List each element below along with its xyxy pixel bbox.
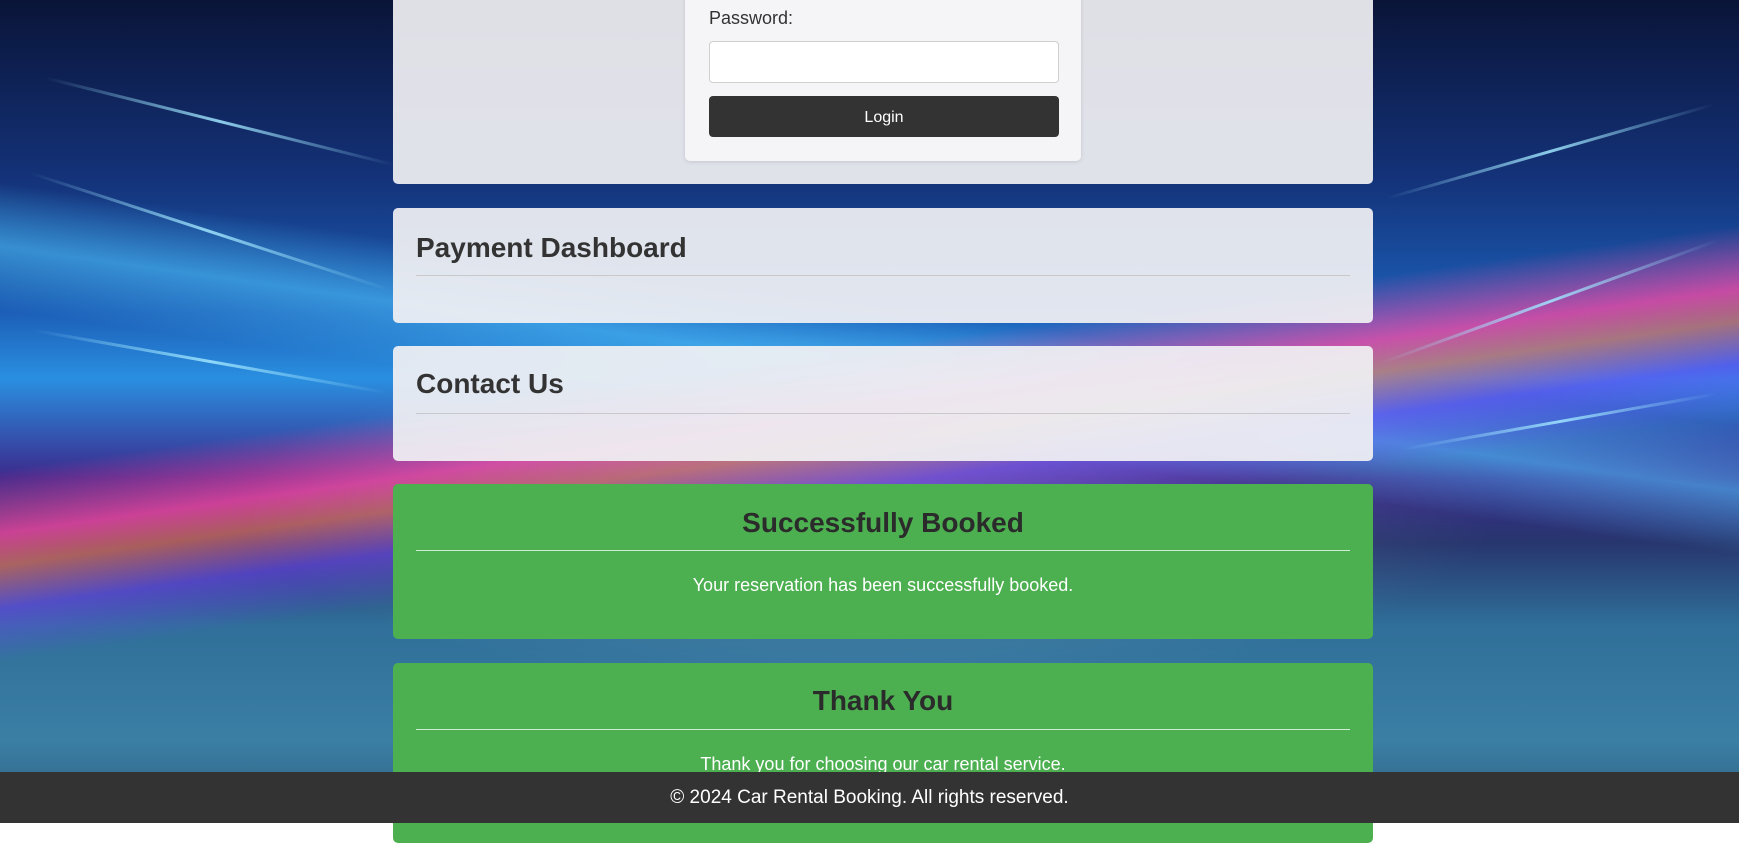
payment-dashboard-title: Payment Dashboard	[416, 232, 687, 263]
password-label: Password:	[709, 8, 794, 28]
divider	[416, 275, 1350, 276]
booking-success-title: Successfully Booked	[742, 507, 1024, 538]
divider	[416, 413, 1350, 414]
light-streak	[1386, 103, 1714, 200]
page-footer: © 2024 Car Rental Booking. All rights re…	[0, 772, 1739, 823]
light-streak	[44, 76, 396, 167]
login-section: Password: Login	[393, 0, 1373, 184]
thank-you-title: Thank You	[812, 685, 954, 716]
login-form: Password: Login	[685, 0, 1081, 161]
booking-success-section: Successfully Booked Your reservation has…	[393, 484, 1373, 639]
light-streak	[28, 171, 392, 292]
divider	[416, 550, 1350, 551]
divider	[416, 729, 1350, 730]
light-streak	[1380, 238, 1720, 365]
booking-success-message: Your reservation has been successfully b…	[692, 575, 1074, 595]
copyright-text: © 2024 Car Rental Booking. All rights re…	[670, 787, 1069, 808]
payment-dashboard-section: Payment Dashboard	[393, 208, 1373, 323]
light-streak	[32, 328, 388, 395]
login-button[interactable]: Login	[709, 96, 1059, 137]
light-streak	[1402, 392, 1718, 451]
contact-us-section: Contact Us	[393, 346, 1373, 461]
password-input[interactable]	[709, 41, 1059, 83]
contact-us-title: Contact Us	[416, 368, 564, 399]
